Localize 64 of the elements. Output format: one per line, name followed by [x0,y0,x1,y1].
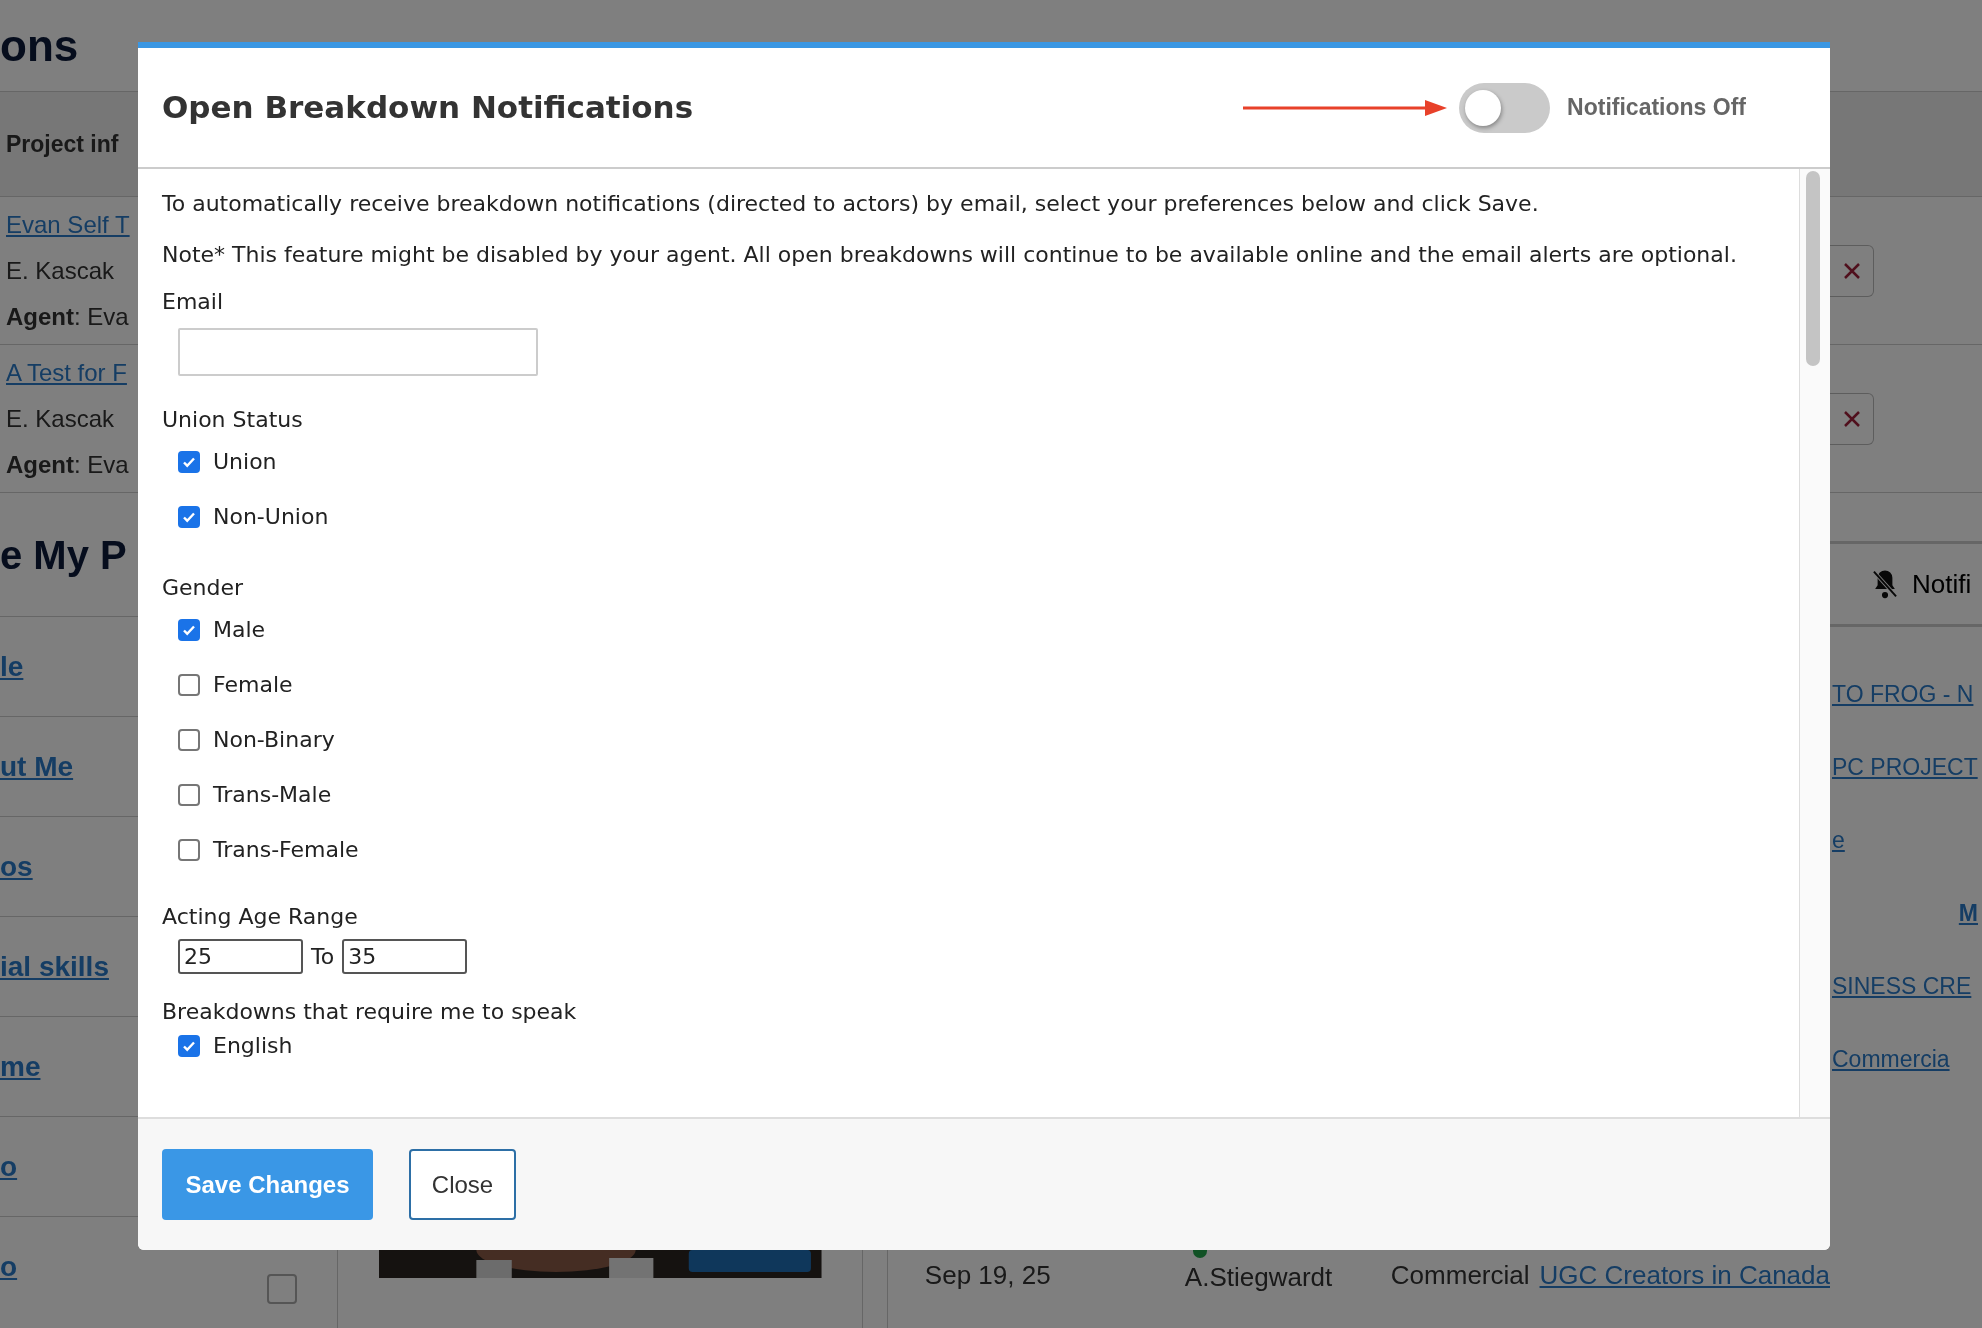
option-label: Non-Binary [213,725,335,754]
bold-link[interactable]: M [1958,898,1978,929]
profile-link[interactable]: me [0,1045,41,1088]
profile-link[interactable]: ial skills [0,945,109,988]
to-label: To [311,942,335,971]
column-heading: Project inf [6,129,119,159]
option-label: Trans-Male [213,780,332,809]
option-label: Male [213,615,266,644]
section-heading: e My P [0,531,127,579]
project-link[interactable]: Evan Self T [6,206,132,243]
project-link[interactable]: A Test for F [6,354,132,391]
profile-link[interactable]: le [0,645,24,688]
person-text: A.Stiegwardt [1184,1261,1333,1294]
project-link[interactable]: Commercia [1830,1044,1950,1075]
bell-off-icon [1870,568,1900,600]
option-label: Non-Union [213,502,329,531]
scrollbar-thumb[interactable] [1806,171,1820,366]
group-label: Gender [162,574,245,602]
page-heading: ons [0,19,79,72]
profile-link[interactable]: o [0,1245,18,1288]
close-icon [1842,261,1861,280]
note-text: Note* This feature might be disabled by your agent. All open breakdowns will continue to be available online and the email alerts are optional. [162,241,1738,268]
option-label: Female [213,670,293,699]
casting-director: E. Kascak [6,255,116,286]
save-button[interactable]: Save Changes [162,1149,373,1220]
toggle-label: Notifications Off [1567,93,1746,123]
checkbox[interactable] [178,673,200,696]
close-icon [1842,409,1861,428]
profile-link[interactable]: ut Me [0,745,74,788]
date-text: Sep 19, 25 [924,1259,1052,1292]
checkbox[interactable] [178,783,200,806]
intro-text: To automatically receive breakdown notifications (directed to actors) by email, select your preferences below and click Save. [162,190,1540,218]
modal-title: Open Breakdown Notifications [162,88,694,128]
option-label: Trans-Female [213,835,359,864]
agent-text: Agent: Eva [6,301,130,332]
project-link[interactable]: PC PROJECT [1830,752,1978,783]
profile-link[interactable]: os [0,845,33,888]
group-label: Acting Age Range [162,903,359,931]
checkbox[interactable] [178,450,200,473]
project-link[interactable]: SINESS CRE [1830,971,1972,1002]
profile-link[interactable]: o [0,1145,18,1188]
checkbox[interactable] [178,838,200,861]
email-field[interactable] [178,328,538,376]
close-button[interactable]: Close [409,1149,516,1220]
notifications-text: Notifi [1912,567,1972,601]
casting-director: E. Kascak [6,403,116,434]
checkbox[interactable] [178,505,200,528]
age-from-field[interactable]: 25 [178,939,303,974]
project-link[interactable]: TO FROG - N [1830,679,1974,710]
option-label: Union [213,447,277,476]
group-label: Union Status [162,406,304,434]
checkbox[interactable] [178,1035,200,1057]
agent-text: Agent: Eva [6,449,130,480]
field-label: Email [162,288,225,316]
option-label: English [213,1032,293,1060]
checkbox[interactable] [267,1274,298,1304]
checkbox[interactable] [178,728,200,751]
group-label: Breakdowns that require me to speak [162,998,578,1026]
category-text: Commercial [1390,1259,1530,1292]
project-link[interactable]: UGC Creators in Canada [1539,1256,1830,1295]
notifications-toggle[interactable] [1459,82,1551,133]
age-to-field[interactable]: 35 [342,939,468,974]
checkbox[interactable] [178,618,200,641]
project-link[interactable]: e [1830,825,1845,856]
